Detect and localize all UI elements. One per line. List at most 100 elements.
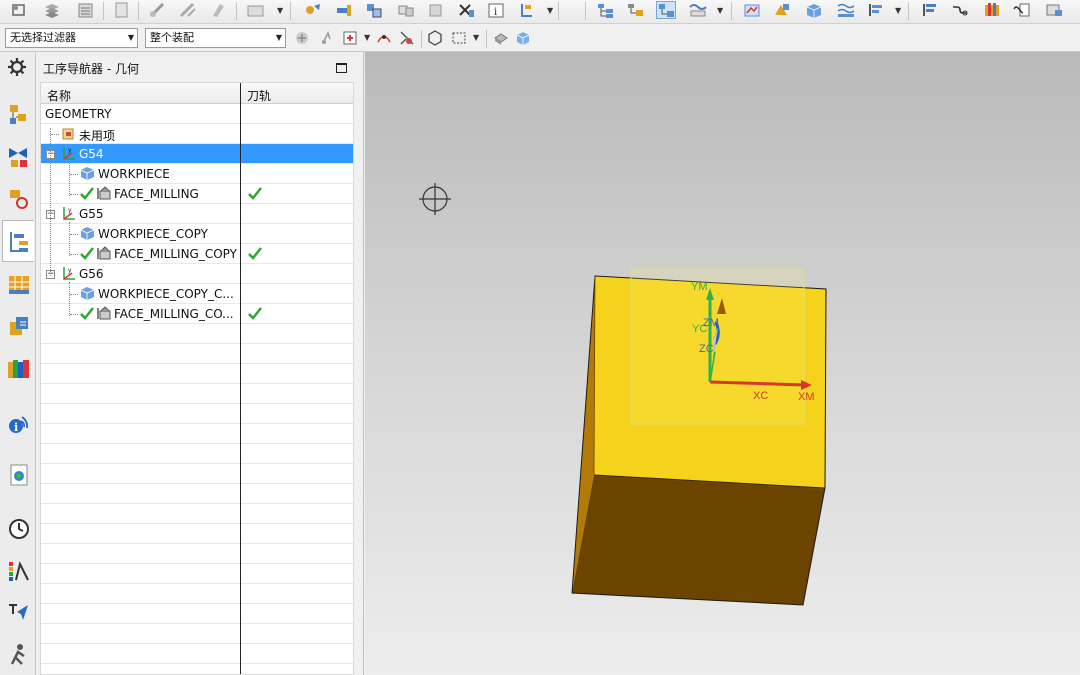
machine-simulation-icon[interactable]	[804, 1, 824, 19]
empty-row	[41, 444, 353, 464]
analyze-icon[interactable]	[178, 1, 198, 19]
verify-toolpath-icon[interactable]	[772, 1, 792, 19]
shop-report-icon[interactable]	[1012, 1, 1032, 19]
tree-row-g54[interactable]: − y G54	[41, 144, 353, 164]
tree-row-label: G56	[79, 267, 104, 281]
selection-filter-dropdown[interactable]: 无选择过滤器 ▼	[5, 28, 138, 48]
workpiece-icon	[79, 285, 96, 302]
document-icon[interactable]	[112, 1, 132, 19]
svg-text:i: i	[494, 7, 497, 18]
generate-toolpath-icon[interactable]	[742, 1, 762, 19]
info-icon[interactable]: i	[486, 1, 506, 19]
machine-tool-navigator-icon[interactable]	[6, 272, 32, 298]
measure-icon[interactable]	[148, 1, 168, 19]
system-visualization-icon[interactable]	[6, 558, 32, 584]
intersection-point-icon[interactable]	[398, 29, 416, 47]
create-tool-icon[interactable]	[334, 1, 354, 19]
tool-library-icon[interactable]	[982, 1, 1002, 19]
navigator-header: 名称 刀轨	[41, 83, 353, 104]
gear-icon[interactable]	[5, 55, 31, 81]
chevron-down-icon: ▼	[127, 33, 134, 42]
operation-icon	[95, 245, 112, 262]
maximize-icon[interactable]	[336, 63, 347, 73]
geometry-view-icon[interactable]	[656, 1, 676, 19]
operation-navigator-icon[interactable]	[2, 220, 34, 262]
toolpath-display-icon[interactable]	[518, 1, 538, 19]
empty-row	[41, 624, 353, 644]
process-studio-icon[interactable]	[6, 600, 32, 626]
toolpath-ok-icon	[247, 185, 263, 201]
batch-process-icon[interactable]	[1044, 1, 1064, 19]
part-navigator-icon[interactable]	[6, 186, 32, 212]
constraint-navigator-icon[interactable]	[6, 144, 32, 170]
navigator-tree: 名称 刀轨 GEOMETRY 未用项 − y G54 WORKPIECE FAC…	[40, 82, 354, 675]
point-on-curve-icon[interactable]	[375, 29, 393, 47]
create-method-icon[interactable]	[396, 1, 416, 19]
snap-point-icon[interactable]	[341, 29, 359, 47]
column-header-toolpath[interactable]: 刀轨	[247, 87, 271, 104]
delete-icon[interactable]	[456, 1, 476, 19]
main-toolbar: ▼ i ▼ ▼ ▼	[0, 0, 1080, 24]
tree-row-unused[interactable]: 未用项	[41, 124, 353, 144]
web-browser-icon[interactable]	[6, 462, 32, 488]
column-header-name[interactable]: 名称	[47, 87, 71, 104]
tree-row-workpiece-copy-c[interactable]: WORKPIECE_COPY_C...	[41, 284, 353, 304]
tree-row-face-milling-copy[interactable]: FACE_MILLING_COPY	[41, 244, 353, 264]
tree-row-label: 未用项	[79, 129, 116, 143]
assembly-navigator-icon[interactable]	[6, 102, 32, 128]
tree-connector	[69, 162, 70, 196]
assembly-scope-value: 整个装配	[150, 31, 194, 44]
display-mode-icon[interactable]	[246, 1, 266, 19]
csys-icon[interactable]	[10, 1, 30, 19]
create-program-icon[interactable]	[302, 1, 322, 19]
machining-feature-navigator-icon[interactable]	[6, 314, 32, 340]
tree-row-geometry[interactable]: GEOMETRY	[41, 104, 353, 124]
tree-row-face-milling-co[interactable]: FACE_MILLING_CO...	[41, 304, 353, 324]
cube-view-icon[interactable]	[514, 29, 532, 47]
layer-stack-icon[interactable]	[42, 1, 62, 19]
general-select-icon[interactable]	[319, 29, 337, 47]
tree-row-g56[interactable]: − y G56	[41, 264, 353, 284]
history-clock-icon[interactable]	[6, 516, 32, 542]
create-geometry-icon[interactable]	[364, 1, 384, 19]
program-order-view-icon[interactable]	[596, 1, 616, 19]
svg-text:i: i	[14, 421, 18, 434]
tree-connector	[70, 234, 78, 235]
check-icon	[79, 245, 95, 261]
graphics-viewport[interactable]: YM YC ZM ZC XC XM	[365, 52, 1080, 675]
tree-row-g55[interactable]: − y G55	[41, 204, 353, 224]
machine-tool-view-icon[interactable]	[626, 1, 646, 19]
machining-method-view-icon[interactable]	[688, 1, 708, 19]
roles-icon[interactable]	[6, 642, 32, 668]
selection-filter-value: 无选择过滤器	[10, 31, 76, 44]
empty-row	[41, 324, 353, 344]
probe-icon[interactable]	[208, 1, 228, 19]
select-all-icon[interactable]	[293, 29, 311, 47]
postprocess-icon[interactable]	[866, 1, 886, 19]
shaded-view-icon[interactable]	[492, 29, 510, 47]
unused-folder-icon	[60, 125, 77, 142]
create-operation-icon[interactable]	[426, 1, 446, 19]
hexagon-select-icon[interactable]	[426, 29, 444, 47]
tree-row-workpiece[interactable]: WORKPIECE	[41, 164, 353, 184]
empty-row	[41, 484, 353, 504]
empty-row	[41, 424, 353, 444]
tree-row-label: WORKPIECE_COPY_C...	[98, 287, 234, 301]
column-divider[interactable]	[240, 83, 241, 674]
tree-row-face-milling[interactable]: FACE_MILLING	[41, 184, 353, 204]
assembly-scope-dropdown[interactable]: 整个装配 ▼	[145, 28, 286, 48]
tree-row-workpiece-copy[interactable]: WORKPIECE_COPY	[41, 224, 353, 244]
operation-icon	[95, 185, 112, 202]
empty-row	[41, 584, 353, 604]
reuse-library-icon[interactable]	[6, 356, 32, 382]
process-workpiece-icon[interactable]	[836, 1, 856, 19]
empty-row	[41, 604, 353, 624]
rectangle-select-icon[interactable]	[450, 29, 468, 47]
workpiece-icon	[79, 165, 96, 182]
output-cls-icon[interactable]	[950, 1, 970, 19]
info-broadcast-icon[interactable]: i	[6, 412, 32, 438]
shop-documentation-icon[interactable]	[920, 1, 940, 19]
mcs-icon: y	[60, 205, 77, 222]
svg-text:y: y	[68, 147, 72, 154]
layer-list-icon[interactable]	[76, 1, 96, 19]
